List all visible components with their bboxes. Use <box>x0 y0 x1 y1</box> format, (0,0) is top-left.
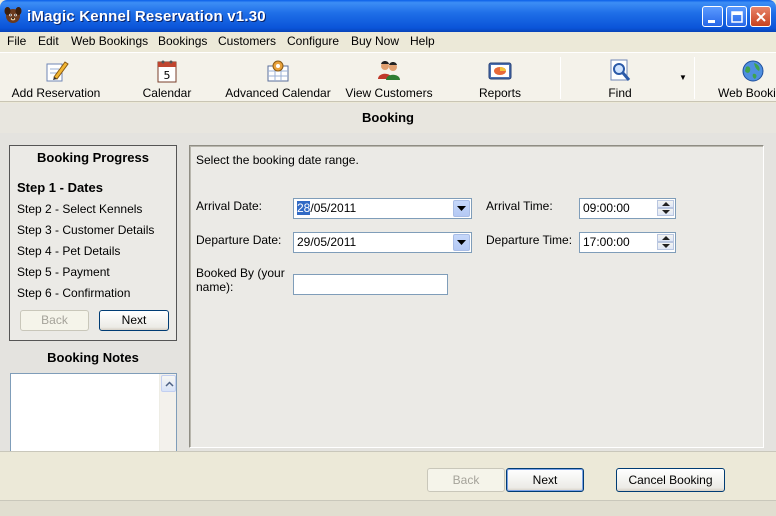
arrival-date-rest: /05/2011 <box>310 201 357 215</box>
arrival-time-input[interactable]: 09:00:00 <box>579 198 676 219</box>
arrival-date-dropdown-button[interactable] <box>453 200 470 217</box>
find-label: Find <box>608 86 632 100</box>
advanced-calendar-icon <box>267 60 289 82</box>
view-customers-button[interactable]: View Customers <box>342 55 436 101</box>
chevron-up-icon <box>662 236 670 240</box>
menu-edit[interactable]: Edit <box>38 34 59 48</box>
departure-date-value: 29/05/2011 <box>297 235 357 249</box>
find-button[interactable]: Find <box>596 55 644 101</box>
menu-customers[interactable]: Customers <box>218 34 276 48</box>
spin-up-button[interactable] <box>657 200 674 208</box>
arrival-time-label: Arrival Time: <box>486 199 553 213</box>
calendar-button[interactable]: 5 Calendar <box>134 55 200 101</box>
chevron-down-icon <box>457 206 466 211</box>
add-reservation-label: Add Reservation <box>11 86 101 100</box>
menu-file[interactable]: File <box>7 34 26 48</box>
booked-by-label-line1: Booked By (your <box>196 266 285 280</box>
departure-date-dropdown-button[interactable] <box>453 234 470 251</box>
view-customers-label: View Customers <box>345 86 433 100</box>
web-bookings-label: Web Booki <box>718 86 776 100</box>
booking-form-panel: Select the booking date range. Arrival D… <box>189 145 764 448</box>
find-dropdown-arrow[interactable]: ▼ <box>679 73 687 82</box>
window-title: iMagic Kennel Reservation v1.30 <box>27 8 266 25</box>
departure-time-value: 17:00:00 <box>583 235 630 249</box>
find-icon <box>610 59 631 81</box>
spin-down-button[interactable] <box>657 242 674 250</box>
departure-time-input[interactable]: 17:00:00 <box>579 232 676 253</box>
notes-scrollbar[interactable] <box>159 374 176 451</box>
step-3: Step 3 - Customer Details <box>17 223 155 237</box>
chevron-up-icon <box>662 202 670 206</box>
menu-configure[interactable]: Configure <box>287 34 339 48</box>
close-icon <box>756 12 766 22</box>
globe-icon <box>742 60 764 82</box>
arrival-date-label: Arrival Date: <box>196 199 263 213</box>
toolbar-separator <box>694 57 695 99</box>
footer-bar: Back Next Cancel Booking <box>0 451 776 500</box>
arrival-date-dropdown[interactable]: 28/05/2011 <box>293 198 472 219</box>
menu-buy-now[interactable]: Buy Now <box>351 34 399 48</box>
chevron-down-icon <box>662 244 670 248</box>
form-instruction: Select the booking date range. <box>196 153 359 167</box>
step-2: Step 2 - Select Kennels <box>17 202 143 216</box>
cancel-booking-button[interactable]: Cancel Booking <box>616 468 725 492</box>
departure-date-label: Departure Date: <box>196 233 282 247</box>
departure-time-label: Departure Time: <box>486 233 573 247</box>
progress-back-button[interactable]: Back <box>20 310 89 331</box>
pencil-icon <box>46 61 69 82</box>
minimize-button[interactable] <box>702 6 723 27</box>
minimize-icon <box>708 20 715 23</box>
close-button[interactable] <box>750 6 771 27</box>
booked-by-input[interactable] <box>293 274 448 295</box>
status-bar <box>0 500 776 516</box>
dog-app-icon <box>4 7 22 23</box>
chevron-up-icon <box>165 381 174 387</box>
progress-next-button[interactable]: Next <box>99 310 169 331</box>
booking-notes-textarea[interactable] <box>10 373 177 451</box>
calendar-label: Calendar <box>142 86 192 100</box>
booked-by-label-line2: name): <box>196 280 234 294</box>
menu-bar: File Edit Web Bookings Bookings Customer… <box>0 32 776 51</box>
toolbar: Add Reservation 5 Calendar Advanced Cale… <box>0 52 776 102</box>
chevron-down-icon <box>662 210 670 214</box>
section-title: Booking <box>0 103 776 133</box>
reports-label: Reports <box>478 86 522 100</box>
booking-progress-title: Booking Progress <box>37 150 149 165</box>
reports-icon <box>488 62 512 80</box>
reports-button[interactable]: Reports <box>472 55 528 101</box>
svg-text:5: 5 <box>164 69 171 82</box>
arrival-time-spinner[interactable] <box>657 200 674 217</box>
arrival-time-value: 09:00:00 <box>583 201 630 215</box>
step-4: Step 4 - Pet Details <box>17 244 121 258</box>
menu-web-bookings[interactable]: Web Bookings <box>71 34 148 48</box>
booking-progress-panel: Booking Progress Step 1 - Dates Step 2 -… <box>9 145 177 341</box>
advanced-calendar-button[interactable]: Advanced Calendar <box>222 55 334 101</box>
step-1: Step 1 - Dates <box>17 180 103 195</box>
title-bar: iMagic Kennel Reservation v1.30 <box>0 0 776 32</box>
customers-icon <box>378 61 400 80</box>
advanced-calendar-label: Advanced Calendar <box>225 86 331 100</box>
menu-bookings[interactable]: Bookings <box>158 34 207 48</box>
menu-help[interactable]: Help <box>410 34 435 48</box>
scroll-up-button[interactable] <box>161 375 176 392</box>
chevron-down-icon <box>457 240 466 245</box>
departure-date-dropdown[interactable]: 29/05/2011 <box>293 232 472 253</box>
arrival-date-day-selected: 28 <box>297 201 311 215</box>
step-5: Step 5 - Payment <box>17 265 110 279</box>
footer-next-button[interactable]: Next <box>506 468 584 492</box>
departure-time-spinner[interactable] <box>657 234 674 251</box>
booking-notes-title: Booking Notes <box>47 350 139 365</box>
footer-back-button[interactable]: Back <box>427 468 505 492</box>
toolbar-separator <box>560 57 561 99</box>
calendar-icon: 5 <box>157 60 177 83</box>
step-6: Step 6 - Confirmation <box>17 286 131 300</box>
maximize-button[interactable] <box>726 6 747 27</box>
add-reservation-button[interactable]: Add Reservation <box>6 55 106 101</box>
spin-up-button[interactable] <box>657 234 674 242</box>
web-bookings-button[interactable]: Web Booki <box>716 55 776 101</box>
maximize-icon <box>731 11 743 23</box>
spin-down-button[interactable] <box>657 208 674 216</box>
